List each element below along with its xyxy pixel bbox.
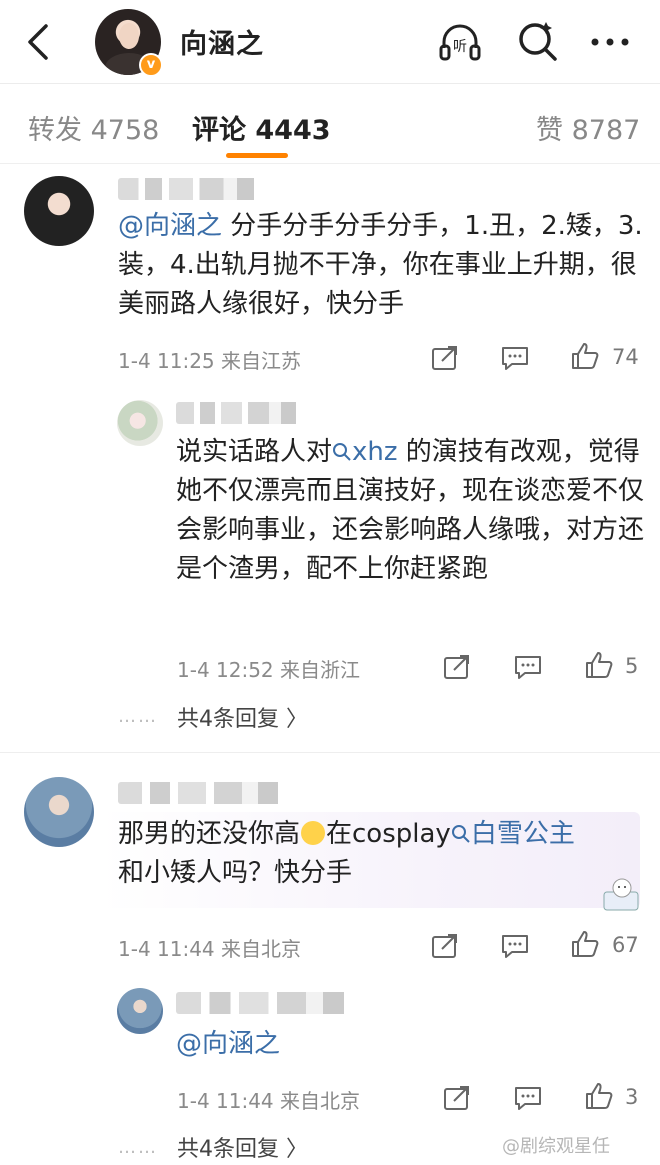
- reply-meta: 1-4 12:52 来自浙江: [177, 658, 361, 682]
- comment-meta: 1-4 11:25 来自江苏: [118, 349, 302, 373]
- tab-likes[interactable]: 赞 8787: [536, 108, 640, 147]
- separator-dots: ……: [118, 1137, 158, 1158]
- verified-badge: v: [139, 53, 163, 77]
- comment-text: 那男的还没你高 在cosplay 白雪公主 和小矮人吗？快分手: [118, 819, 575, 888]
- page-title: 向涵之: [180, 29, 264, 60]
- reply-name-blurred[interactable]: [176, 402, 326, 424]
- svg-text:听: 听: [453, 39, 467, 55]
- more-button[interactable]: [586, 18, 634, 66]
- search-link[interactable]: 白雪公主: [451, 819, 575, 849]
- headphones-icon: 听: [439, 24, 481, 61]
- reply-icon[interactable]: [513, 652, 543, 682]
- tab-bar: 转发 4758 评论 4443 赞 8787: [0, 84, 660, 164]
- comment-text: @向涵之 分手分手分手分手，1.丑，2.矮，3.装，4.出轨月抛不干净，你在事业…: [118, 211, 643, 319]
- like-icon[interactable]: [570, 929, 600, 959]
- like-icon[interactable]: [570, 341, 600, 371]
- commenter-name-blurred[interactable]: [118, 782, 318, 804]
- search-link-icon: [451, 825, 470, 843]
- commenter-avatar[interactable]: [24, 176, 94, 246]
- more-replies-link[interactable]: 共4条回复 〉: [177, 1131, 308, 1163]
- reply-meta: 1-4 11:44 来自北京: [177, 1089, 361, 1113]
- reply-text: @向涵之: [176, 1025, 576, 1064]
- top-bar: v 向涵之 听: [0, 0, 660, 84]
- search-link[interactable]: xhz: [332, 437, 398, 467]
- more-icon: [591, 38, 629, 46]
- more-replies-link[interactable]: 共4条回复 〉: [177, 701, 308, 733]
- cat-sticker-icon: [603, 878, 639, 911]
- search-icon: [519, 22, 557, 61]
- mention-link[interactable]: @向涵之: [118, 211, 222, 241]
- listen-button[interactable]: 听: [436, 18, 484, 66]
- reply-icon[interactable]: [500, 931, 530, 961]
- search-link-icon: [333, 443, 351, 461]
- like-icon[interactable]: [584, 650, 614, 680]
- back-icon[interactable]: [22, 22, 56, 62]
- share-icon[interactable]: [430, 343, 460, 373]
- reply-avatar[interactable]: [117, 988, 163, 1034]
- like-icon[interactable]: [584, 1081, 614, 1111]
- tab-comments[interactable]: 评论 4443: [192, 108, 331, 147]
- search-button[interactable]: [514, 18, 562, 66]
- commenter-name-blurred[interactable]: [118, 178, 288, 200]
- commenter-avatar[interactable]: [24, 777, 94, 847]
- like-count: 5: [625, 654, 639, 678]
- like-count: 74: [612, 345, 639, 369]
- mention-link[interactable]: @向涵之: [176, 1029, 280, 1059]
- share-icon[interactable]: [442, 1083, 472, 1113]
- separator-dots: ……: [118, 706, 158, 727]
- reply-name-blurred[interactable]: [176, 992, 386, 1014]
- active-tab-indicator: [226, 153, 288, 158]
- sleepy-emoji-icon: [301, 821, 326, 845]
- watermark: @剧综观星任: [502, 1136, 610, 1157]
- comment-meta: 1-4 11:44 来自北京: [118, 937, 302, 961]
- like-count: 3: [625, 1085, 639, 1109]
- reply-text: 说实话路人对 xhz 的演技有改观，觉得她不仅漂亮而且演技好，现在谈恋爱不仅会影响…: [176, 437, 645, 584]
- share-icon[interactable]: [430, 931, 460, 961]
- tab-repost[interactable]: 转发 4758: [28, 108, 159, 147]
- reply-icon[interactable]: [500, 343, 530, 373]
- divider: [0, 752, 660, 753]
- reply-avatar[interactable]: [117, 400, 163, 446]
- reply-icon[interactable]: [513, 1083, 543, 1113]
- like-count: 67: [612, 933, 639, 957]
- share-icon[interactable]: [442, 652, 472, 682]
